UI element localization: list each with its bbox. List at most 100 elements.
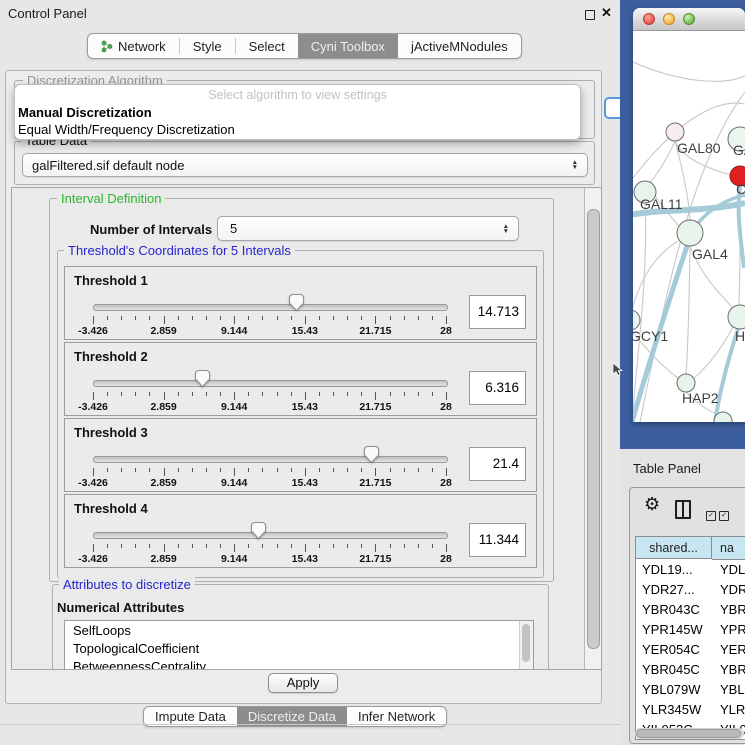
node-gcy1[interactable] — [633, 310, 640, 330]
checkbox-icon[interactable]: ✓ — [706, 511, 716, 521]
slider-rail[interactable] — [93, 456, 448, 463]
table-row[interactable]: YDL19...YDL1 — [636, 560, 745, 580]
slider-tick — [291, 544, 292, 548]
slider-tick — [149, 316, 150, 320]
slider-tick — [305, 544, 306, 552]
table-data-combobox-value: galFiltered.sif default node — [23, 158, 184, 173]
slider-tick-label: 28 — [440, 325, 452, 337]
slider-tick-label: 28 — [440, 401, 452, 413]
attributes-list-scrollbar[interactable] — [519, 621, 533, 670]
slider-tick — [375, 392, 376, 400]
table-horizontal-scrollbar[interactable] — [635, 728, 744, 739]
stepper-icon[interactable]: ▲▼ — [572, 160, 578, 170]
table-data-combobox[interactable]: galFiltered.sif default node ▲▼ — [22, 153, 588, 177]
slider-tick — [446, 544, 447, 552]
close-traffic-light-icon[interactable] — [643, 13, 655, 25]
table-row[interactable]: YLR345WYLR3 — [636, 700, 745, 720]
control-panel-title: Control Panel — [8, 6, 87, 21]
mouse-cursor — [612, 362, 625, 377]
table-row[interactable]: YDR27...YDR2 — [636, 580, 745, 600]
tab-label: Infer Network — [358, 709, 435, 724]
tab-cyni-toolbox[interactable]: Cyni Toolbox — [298, 34, 398, 58]
gear-icon[interactable]: ⚙ — [644, 494, 660, 515]
float-window-icon[interactable] — [585, 10, 595, 20]
close-icon[interactable]: ✕ — [601, 5, 612, 21]
attribute-item-selfloops[interactable]: SelfLoops — [65, 621, 533, 639]
slider-tick — [305, 468, 306, 476]
slider-tick — [164, 316, 165, 324]
threshold-value-field[interactable]: 14.713 — [469, 295, 526, 329]
slider-handle[interactable] — [288, 293, 305, 317]
algorithm-dropdown[interactable]: Select algorithm to view settings Manual… — [14, 84, 581, 140]
slider-tick — [178, 544, 179, 548]
zoom-traffic-light-icon[interactable] — [683, 13, 695, 25]
attribute-item-betweennesscentrality[interactable]: BetweennessCentrality — [65, 657, 533, 670]
settings-scroll-view: Interval Definition Number of Intervals … — [11, 187, 602, 670]
table-panel-title: Table Panel — [633, 461, 701, 476]
slider-tick — [248, 316, 249, 320]
slider-tick — [404, 392, 405, 396]
slider-tick — [347, 468, 348, 472]
network-view-window[interactable]: GAL80GACGAL11GAL4GCY1HHAP2 — [633, 8, 745, 422]
minimize-traffic-light-icon[interactable] — [663, 13, 675, 25]
stepper-icon[interactable]: ▲▼ — [503, 224, 509, 234]
slider-tick-label: 2.859 — [150, 477, 176, 489]
slider-tick — [220, 544, 221, 548]
network-canvas[interactable]: GAL80GACGAL11GAL4GCY1HHAP2 — [633, 30, 745, 422]
slider-tick — [135, 316, 136, 320]
tab-style[interactable]: Style — [180, 34, 235, 58]
table-cell: YPR1 — [712, 620, 745, 640]
scrollbar-thumb[interactable] — [636, 729, 741, 738]
slider-handle[interactable] — [363, 445, 380, 469]
slider-tick — [390, 392, 391, 396]
node-gal4[interactable] — [677, 220, 703, 246]
threshold-value-field[interactable]: 11.344 — [469, 523, 526, 557]
network-window-titlebar[interactable] — [633, 8, 745, 31]
slider-tick — [432, 392, 433, 396]
slider-tick-label: 28 — [440, 477, 452, 489]
slider-tick — [220, 316, 221, 320]
slider-tick — [121, 544, 122, 548]
tab-network[interactable]: Network — [88, 34, 179, 58]
slider-tick — [333, 468, 334, 472]
table-row[interactable]: YBR043CYBR0 — [636, 600, 745, 620]
slider-rail[interactable] — [93, 380, 448, 387]
slider-rail[interactable] — [93, 304, 448, 311]
slider-tick — [432, 544, 433, 548]
checkbox-icon[interactable]: ✓ — [719, 511, 729, 521]
table-row[interactable]: YPR145WYPR1 — [636, 620, 745, 640]
columns-icon[interactable] — [675, 500, 691, 519]
tab-label: Network — [118, 39, 166, 54]
attribute-item-topologicalcoefficient[interactable]: TopologicalCoefficient — [65, 639, 533, 657]
slider-handle[interactable] — [250, 521, 267, 545]
slider-tick-label: 21.715 — [359, 553, 391, 565]
threshold-value-field[interactable]: 6.316 — [469, 371, 526, 405]
slider-tick — [234, 316, 235, 324]
tab-select[interactable]: Select — [236, 34, 298, 58]
table-cell: YDR27... — [636, 580, 712, 600]
slider-rail[interactable] — [93, 532, 448, 539]
column-header-na[interactable]: na — [712, 537, 745, 560]
algorithm-option-manual-discretization[interactable]: Manual Discretization — [18, 105, 152, 120]
node-h[interactable] — [728, 305, 745, 329]
slider-handle[interactable] — [194, 369, 211, 393]
table-row[interactable]: YBL079WYBL0 — [636, 680, 745, 700]
node-gal80[interactable] — [666, 123, 684, 141]
slider-tick — [390, 316, 391, 320]
slider-tick — [333, 316, 334, 320]
settings-vertical-scrollbar[interactable] — [584, 188, 601, 669]
node-label: GA — [733, 142, 745, 158]
checkboxes-icon[interactable]: ✓✓ — [706, 504, 732, 522]
slider-tick-label: 2.859 — [150, 401, 176, 413]
scrollbar-thumb[interactable] — [522, 624, 530, 662]
table-row[interactable]: YBR045CYBR0 — [636, 660, 745, 680]
tab-jactivemnodules[interactable]: jActiveMNodules — [398, 34, 521, 58]
algorithm-option-equal-width-frequency-discretization[interactable]: Equal Width/Frequency Discretization — [18, 122, 235, 137]
apply-button[interactable]: Apply — [268, 673, 338, 693]
table-row[interactable]: YER054CYER0 — [636, 640, 745, 660]
number-of-intervals-combobox[interactable]: 5 ▲▼ — [217, 216, 519, 241]
column-header-shared-[interactable]: shared... — [636, 537, 712, 559]
node-table: shared...na YDL19...YDL1YDR27...YDR2YBR0… — [635, 536, 745, 740]
scrollbar-thumb[interactable] — [587, 209, 600, 649]
threshold-value-field[interactable]: 21.4 — [469, 447, 526, 481]
